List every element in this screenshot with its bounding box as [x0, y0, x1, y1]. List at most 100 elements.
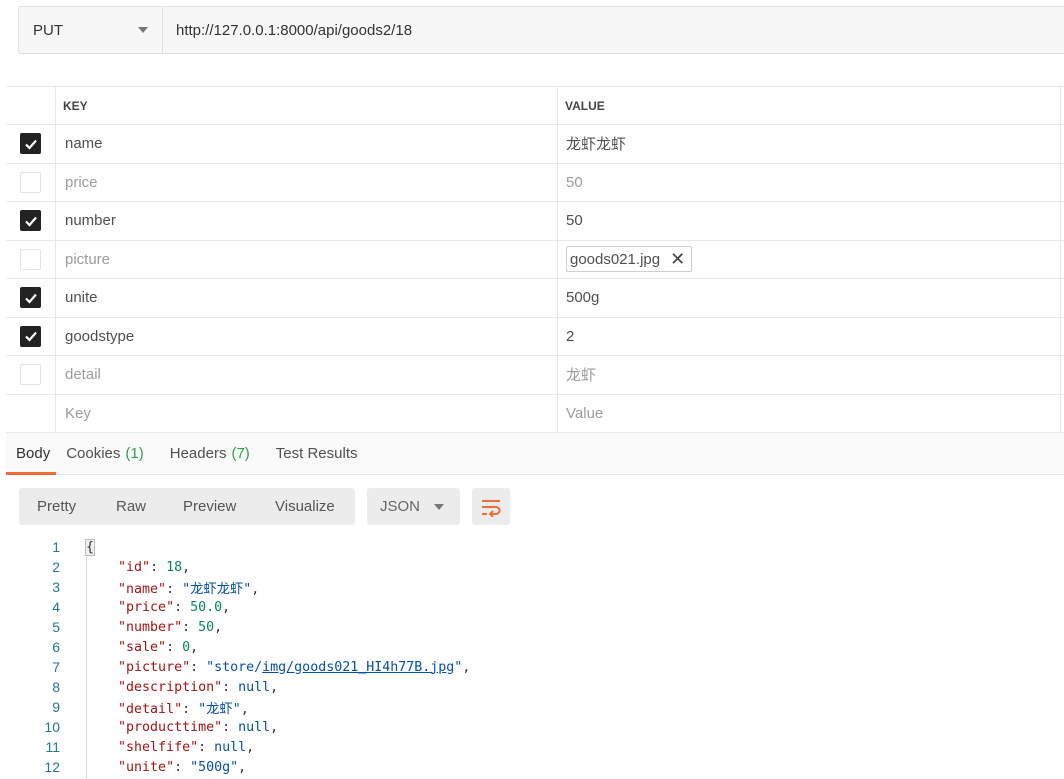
param-value-cell[interactable]: 50 — [558, 202, 1061, 240]
checkmark-icon — [24, 216, 37, 227]
new-value-input[interactable]: Value — [558, 394, 1061, 432]
param-checkbox[interactable] — [20, 364, 41, 386]
param-checkbox[interactable] — [20, 325, 41, 347]
code-token: 50 — [198, 619, 215, 635]
param-key-cell[interactable]: unite — [56, 279, 558, 317]
code-line: 4 "price": 50.0, — [0, 597, 1064, 617]
line-number: 7 — [52, 659, 60, 675]
method-select[interactable]: PUT — [19, 7, 163, 53]
code-token: , — [462, 659, 471, 675]
param-key: unite — [65, 289, 98, 307]
code-token: "price" — [118, 599, 175, 615]
param-key-cell[interactable]: price — [56, 163, 558, 201]
file-name: goods021.jpg — [570, 250, 661, 268]
param-value-cell[interactable]: 龙虾 — [558, 356, 1061, 394]
code-token: : — [166, 639, 183, 655]
view-mode-option[interactable]: Pretty — [37, 498, 76, 515]
tab-count: (7) — [231, 445, 250, 462]
response-tab[interactable]: Body — [5, 433, 57, 475]
code-text: "name": "龙虾龙虾", — [86, 578, 259, 597]
param-value: 龙虾 — [566, 367, 597, 385]
code-token: : — [222, 679, 239, 695]
param-checkbox[interactable] — [20, 248, 41, 270]
code-token: : — [198, 739, 215, 755]
code-text: "sale": 0, — [86, 640, 198, 655]
wrap-lines-button[interactable] — [472, 488, 510, 525]
code-token: "500g" — [190, 759, 239, 775]
code-token: : — [174, 599, 191, 615]
code-token[interactable]: img/goods021_HI4h77B.jpg — [262, 660, 454, 675]
line-number: 1 — [52, 539, 60, 555]
param-key-cell[interactable]: picture — [56, 240, 558, 278]
param-checkbox[interactable] — [20, 287, 41, 309]
param-value: 50 — [566, 173, 583, 191]
code-text: "shelfife": null, — [86, 740, 254, 755]
file-chip: goods021.jpg ✕ — [566, 246, 693, 273]
params-row: detail 龙虾 — [6, 356, 1064, 395]
code-text: "number": 50, — [86, 620, 222, 635]
line-number: 6 — [52, 639, 60, 655]
code-token: "id" — [118, 559, 151, 575]
code-token: null — [238, 679, 271, 695]
param-checkbox[interactable] — [20, 210, 41, 232]
code-line: 9 "detail": "龙虾", — [0, 697, 1064, 717]
url-input[interactable]: http://127.0.0.1:8000/api/goods2/18 — [163, 7, 1064, 53]
code-token: 50.0 — [190, 599, 223, 615]
code-token: "picture" — [118, 659, 191, 675]
params-table: KEY VALUE name 龙虾龙虾 price 50 number 50 picture… — [6, 86, 1064, 433]
code-token: null — [238, 719, 271, 735]
view-mode-option[interactable]: Preview — [183, 498, 236, 515]
param-key-cell[interactable]: detail — [56, 356, 558, 394]
line-number: 9 — [52, 699, 60, 715]
view-mode-option[interactable]: Raw — [116, 498, 146, 515]
code-text: "price": 50.0, — [86, 600, 230, 615]
param-checkbox[interactable] — [20, 133, 41, 155]
response-tabs: Body Cookies (1) Headers (7) Test Results — [5, 433, 1064, 475]
code-token: , — [270, 719, 279, 735]
line-number: 8 — [52, 679, 60, 695]
request-bar: PUT http://127.0.0.1:8000/api/goods2/18 — [18, 6, 1064, 54]
key-column-header: KEY — [56, 87, 558, 124]
code-token: , — [246, 739, 255, 755]
response-tab[interactable]: Test Results — [276, 433, 358, 474]
code-token: "shelfife" — [118, 739, 199, 755]
param-value-cell[interactable]: 500g — [558, 279, 1061, 317]
view-mode-option[interactable]: Visualize — [275, 498, 335, 515]
params-row: number 50 — [6, 202, 1064, 241]
code-token: : — [222, 719, 239, 735]
params-row: picture goods021.jpg ✕ — [6, 240, 1064, 279]
params-header-row: KEY VALUE — [6, 87, 1064, 125]
code-text: "producttime": null, — [86, 720, 278, 735]
param-value-cell[interactable]: goods021.jpg ✕ — [558, 240, 1061, 278]
code-text: { — [84, 538, 96, 556]
close-icon[interactable]: ✕ — [670, 250, 685, 268]
response-tab[interactable]: Headers (7) — [170, 433, 250, 474]
param-key: goodstype — [65, 327, 135, 345]
code-token: : — [182, 701, 199, 717]
code-token: "number" — [118, 619, 183, 635]
tab-label: Body — [16, 445, 51, 462]
response-body-editor[interactable]: 1{2 "id": 18, 3 "name": "龙虾龙虾", 4 "price":… — [0, 537, 1064, 779]
param-key-cell[interactable]: number — [56, 202, 558, 240]
response-tab[interactable]: Cookies (1) — [66, 433, 144, 474]
code-token: : — [190, 659, 207, 675]
code-line: 5 "number": 50, — [0, 617, 1064, 637]
checkmark-icon — [24, 139, 37, 150]
param-checkbox[interactable] — [20, 171, 41, 193]
param-key-cell[interactable]: name — [56, 125, 558, 163]
format-select[interactable]: JSON — [367, 488, 460, 525]
param-value-cell[interactable]: 50 — [558, 163, 1061, 201]
tab-label: Cookies — [66, 445, 121, 462]
param-value-cell[interactable]: 2 — [558, 317, 1061, 355]
code-text: "picture": "store/img/goods021_HI4h77B.j… — [86, 660, 470, 675]
new-key-input[interactable]: Key — [56, 394, 558, 432]
param-key-cell[interactable]: goodstype — [56, 317, 558, 355]
code-text: "id": 18, — [86, 560, 190, 575]
params-row: price 50 — [6, 163, 1064, 202]
format-label: JSON — [380, 498, 421, 515]
param-value-cell[interactable]: 龙虾龙虾 — [558, 125, 1061, 163]
